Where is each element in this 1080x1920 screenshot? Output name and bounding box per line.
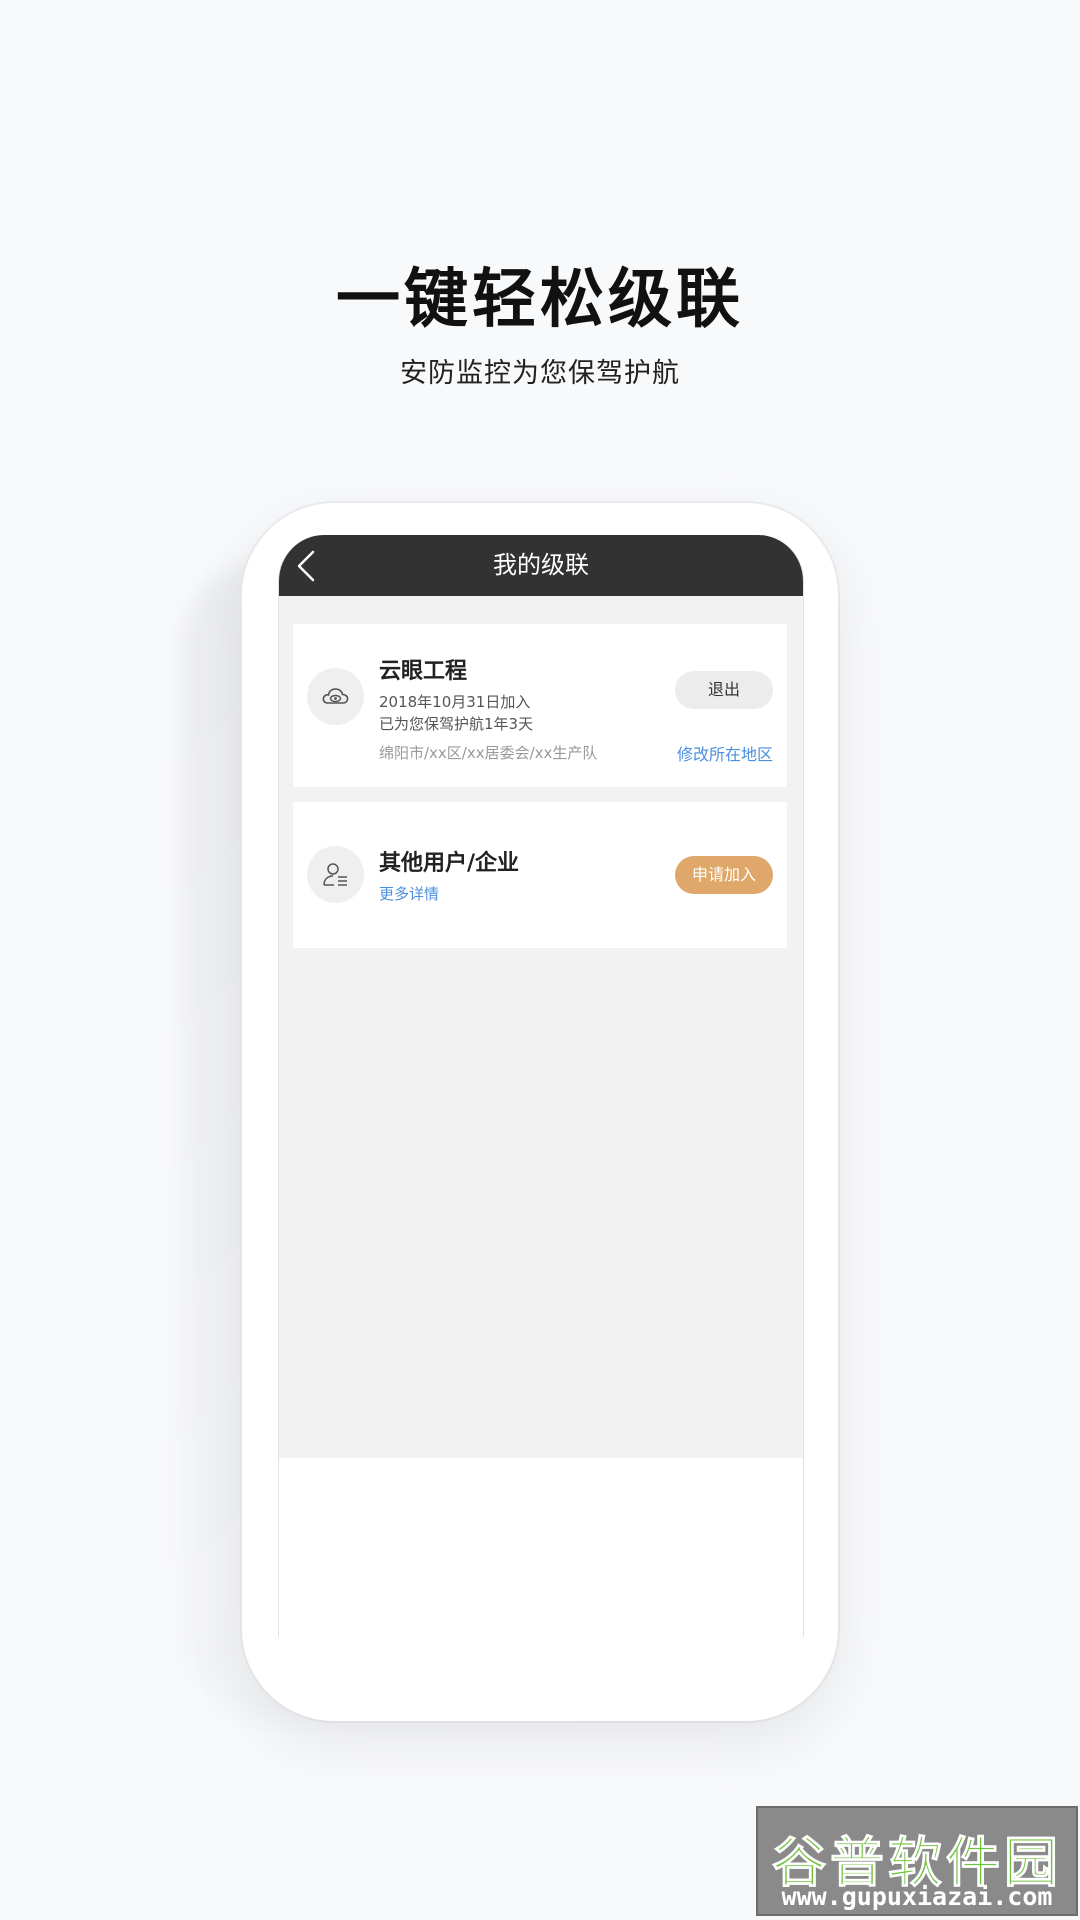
promo-subtitle: 安防监控为您保驾护航: [400, 358, 680, 389]
protected-days: 已为您保驾护航1年3天: [379, 715, 534, 733]
more-details-link[interactable]: 更多详情: [379, 883, 439, 904]
watermark-url: www.gupuxiazai.com: [781, 1882, 1053, 1911]
modify-region-link[interactable]: 修改所在地区: [677, 741, 773, 765]
cloud-eye-icon: [307, 668, 364, 725]
card-title: 其他用户/企业: [379, 851, 520, 876]
phone-screen: 我的级联 云眼工程 2018年10月31日加入 已为您保驾护航1年3天 绵阳市/…: [278, 535, 804, 1637]
cascade-list: 云眼工程 2018年10月31日加入 已为您保驾护航1年3天 绵阳市/xx区/x…: [279, 596, 803, 1458]
address-text: 绵阳市/xx区/xx居委会/xx生产队: [379, 744, 598, 762]
card-title: 云眼工程: [379, 659, 468, 684]
user-detail-icon: [307, 846, 364, 903]
apply-join-button[interactable]: 申请加入: [675, 856, 773, 894]
quit-button[interactable]: 退出: [675, 671, 773, 709]
watermark: 谷普软件园 www.gupuxiazai.com: [756, 1806, 1078, 1916]
nav-title: 我的级联: [493, 551, 589, 579]
promo-title: 一键轻松级联: [336, 263, 744, 337]
cascade-card-yunyan: 云眼工程 2018年10月31日加入 已为您保驾护航1年3天 绵阳市/xx区/x…: [293, 624, 787, 787]
join-date: 2018年10月31日加入: [379, 693, 531, 711]
cascade-card-other: 其他用户/企业 更多详情 申请加入: [293, 802, 787, 948]
nav-bar: 我的级联: [279, 535, 803, 596]
